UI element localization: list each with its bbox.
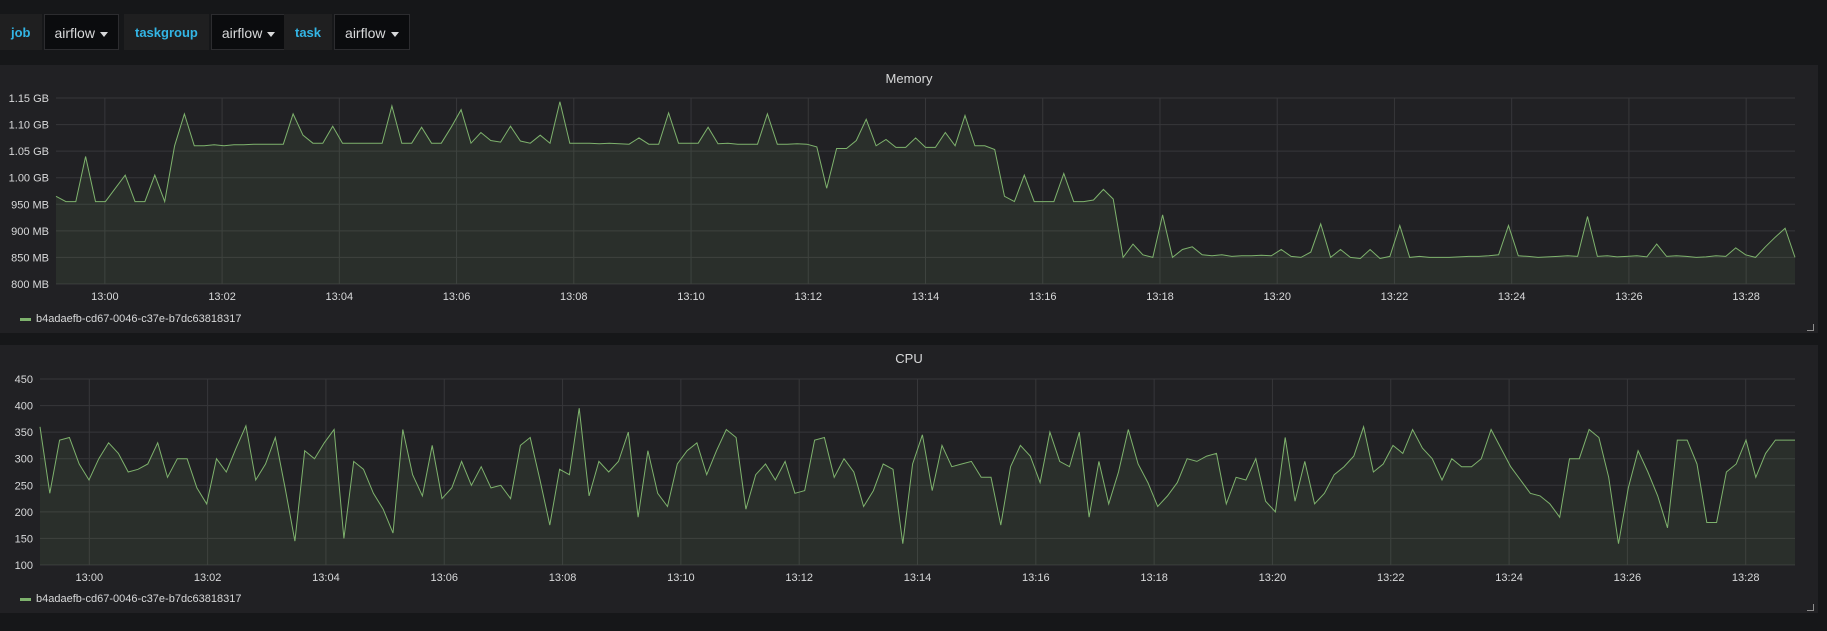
x-tick-label: 13:06 xyxy=(430,572,458,584)
y-tick-label: 1.05 GB xyxy=(9,146,49,158)
y-tick-label: 1.00 GB xyxy=(9,173,49,185)
x-tick-label: 13:14 xyxy=(912,291,940,303)
y-tick-label: 900 MB xyxy=(11,226,49,238)
x-tick-label: 13:08 xyxy=(560,291,588,303)
cpu-panel[interactable]: CPU 100 150 200 250 300 350 400 450 13:00 13:02 13… xyxy=(0,345,1818,613)
x-tick-label: 13:22 xyxy=(1377,572,1405,584)
x-tick-label: 13:16 xyxy=(1029,291,1057,303)
x-tick-label: 13:16 xyxy=(1022,572,1050,584)
x-tick-label: 13:22 xyxy=(1381,291,1409,303)
x-tick-label: 13:14 xyxy=(904,572,932,584)
x-tick-label: 13:24 xyxy=(1498,291,1526,303)
x-tick-label: 13:28 xyxy=(1732,291,1760,303)
x-tick-label: 13:28 xyxy=(1732,572,1760,584)
y-tick-label: 400 xyxy=(15,401,33,413)
variable-taskgroup: taskgroup airflow xyxy=(124,14,287,50)
resize-handle[interactable] xyxy=(1807,324,1814,331)
variable-dropdown-job[interactable]: airflow xyxy=(43,14,119,50)
x-tick-label: 13:00 xyxy=(76,572,104,584)
variable-value-job: airflow xyxy=(54,25,95,41)
x-tick-label: 13:26 xyxy=(1614,572,1642,584)
variable-job: job airflow xyxy=(0,14,119,50)
variable-dropdown-taskgroup[interactable]: airflow xyxy=(210,14,287,50)
y-tick-label: 300 xyxy=(15,454,33,466)
x-tick-label: 13:12 xyxy=(794,291,822,303)
variable-value-taskgroup: airflow xyxy=(221,25,263,41)
x-tick-label: 13:18 xyxy=(1146,291,1174,303)
y-tick-label: 350 xyxy=(15,427,33,439)
legend-label: b4adaefb-cd67-0046-c37e-b7dc63818317 xyxy=(36,593,242,605)
y-tick-label: 150 xyxy=(15,533,33,545)
legend-swatch xyxy=(20,597,31,601)
y-tick-label: 200 xyxy=(15,507,33,519)
x-tick-label: 13:08 xyxy=(549,572,577,584)
x-tick-label: 13:24 xyxy=(1495,572,1523,584)
x-tick-label: 13:10 xyxy=(667,572,695,584)
y-tick-label: 800 MB xyxy=(11,279,49,291)
caret-down-icon xyxy=(99,31,108,37)
x-tick-label: 13:20 xyxy=(1259,572,1287,584)
cpu-chart: 100 150 200 250 300 350 400 450 13:00 13:02 13:04 1… xyxy=(15,374,1795,584)
variable-value-task: airflow xyxy=(345,25,386,41)
y-tick-label: 100 xyxy=(15,560,33,572)
y-tick-label: 1.10 GB xyxy=(9,120,49,132)
variable-dropdown-task[interactable]: airflow xyxy=(334,14,410,50)
legend-item[interactable]: b4adaefb-cd67-0046-c37e-b7dc63818317 xyxy=(20,593,242,605)
x-tick-label: 13:00 xyxy=(91,291,119,303)
y-tick-label: 850 MB xyxy=(11,252,49,264)
x-tick-label: 13:18 xyxy=(1140,572,1168,584)
x-tick-label: 13:04 xyxy=(326,291,354,303)
variable-label-taskgroup: taskgroup xyxy=(124,14,209,50)
x-tick-label: 13:02 xyxy=(194,572,222,584)
legend-label: b4adaefb-cd67-0046-c37e-b7dc63818317 xyxy=(36,313,242,325)
x-tick-label: 13:26 xyxy=(1615,291,1643,303)
y-tick-label: 450 xyxy=(15,374,33,386)
x-tick-label: 13:02 xyxy=(208,291,236,303)
y-tick-label: 950 MB xyxy=(11,199,49,211)
memory-panel[interactable]: Memory 800 MB 850 MB 900 MB 950 MB 1.00 GB 1.… xyxy=(0,65,1818,333)
x-tick-label: 13:10 xyxy=(677,291,705,303)
x-tick-label: 13:04 xyxy=(312,572,340,584)
variable-task: task airflow xyxy=(284,14,410,50)
legend-item[interactable]: b4adaefb-cd67-0046-c37e-b7dc63818317 xyxy=(20,313,242,325)
resize-handle[interactable] xyxy=(1807,604,1814,611)
caret-down-icon xyxy=(390,31,399,37)
legend-swatch xyxy=(20,317,31,321)
x-tick-label: 13:06 xyxy=(443,291,471,303)
y-tick-label: 1.15 GB xyxy=(9,93,49,105)
memory-chart: 800 MB 850 MB 900 MB 950 MB 1.00 GB 1.05 GB 1.… xyxy=(9,93,1796,303)
caret-down-icon xyxy=(267,31,276,37)
y-tick-label: 250 xyxy=(15,480,33,492)
variable-label-task: task xyxy=(284,14,333,50)
x-tick-label: 13:20 xyxy=(1263,291,1291,303)
x-tick-label: 13:12 xyxy=(785,572,813,584)
variable-label-job: job xyxy=(0,14,42,50)
